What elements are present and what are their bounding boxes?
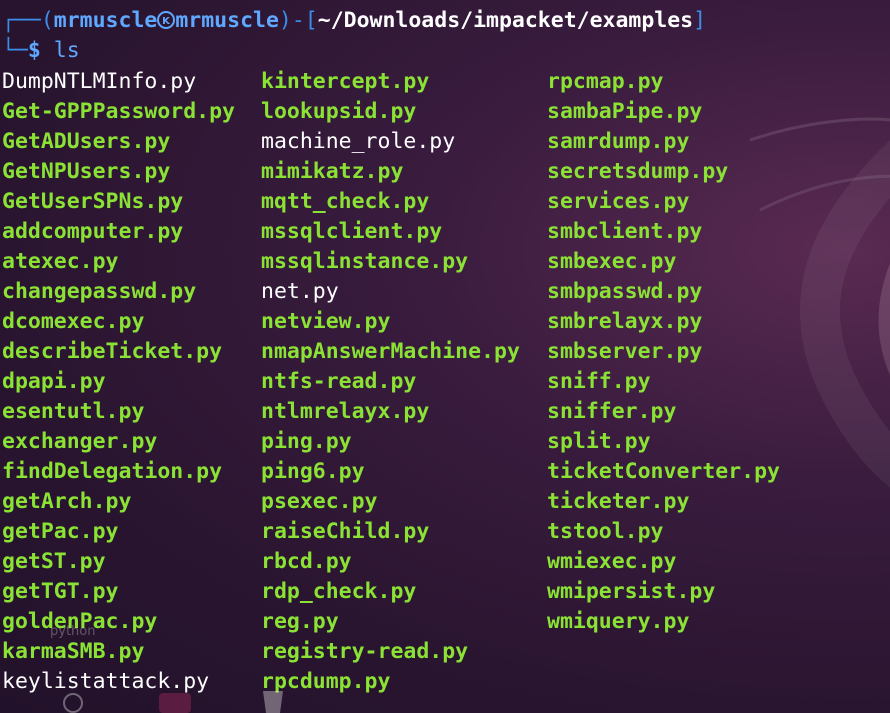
file-entry: netview.py: [261, 309, 391, 334]
prompt-box-corner: ┌──(: [2, 8, 54, 33]
file-entry: split.py: [547, 429, 651, 454]
file-entry: nmapAnswerMachine.py: [261, 339, 520, 364]
file-entry: mqtt_check.py: [261, 189, 430, 214]
file-entry: smbrelayx.py: [547, 309, 703, 334]
file-entry: mimikatz.py: [261, 159, 404, 184]
file-entry: ntlmrelayx.py: [261, 399, 430, 424]
kali-skull-icon: K: [157, 11, 176, 29]
prompt-command: ls: [53, 38, 80, 63]
dock-shield-icon: [263, 691, 283, 713]
file-entry: tstool.py: [547, 519, 664, 544]
file-entry: ticketConverter.py: [547, 459, 780, 484]
file-entry: mssqlinstance.py: [261, 249, 469, 274]
prompt-command-line: └─$ ls: [2, 36, 80, 66]
file-entry: mssqlclient.py: [261, 219, 443, 244]
file-entry: getST.py: [2, 549, 106, 574]
file-entry: describeTicket.py: [2, 339, 223, 364]
file-entry: smbserver.py: [547, 339, 703, 364]
file-entry: addcomputer.py: [2, 219, 184, 244]
file-entry: sniffer.py: [547, 399, 677, 424]
file-entry: sambaPipe.py: [547, 99, 703, 124]
file-entry: rpcmap.py: [547, 69, 664, 94]
file-entry: rbcd.py: [261, 549, 352, 574]
file-entry: raiseChild.py: [261, 519, 430, 544]
file-entry: lookupsid.py: [261, 99, 417, 124]
file-entry: smbpasswd.py: [547, 279, 703, 304]
prompt-box-end: ]: [693, 8, 707, 33]
prompt-header: ┌──(mrmuscle Kmrmuscle)-[~/Downloads/impa…: [2, 6, 706, 36]
file-entry: secretsdump.py: [547, 159, 729, 184]
file-entry: services.py: [547, 189, 690, 214]
prompt-user: mrmuscle: [53, 8, 158, 33]
file-entry: GetADUsers.py: [2, 129, 171, 154]
file-entry: sniff.py: [547, 369, 651, 394]
file-entry: machine_role.py: [261, 129, 456, 154]
file-entry: ntfs-read.py: [261, 369, 417, 394]
file-entry: wmiquery.py: [547, 609, 690, 634]
dock-app-icon: [159, 693, 191, 713]
prompt-box-mid: )-[: [278, 8, 318, 33]
svg-text:K: K: [162, 16, 171, 27]
file-entry: Get-GPPPassword.py: [2, 99, 235, 124]
prompt-host: mrmuscle: [175, 8, 279, 33]
dock-circle-icon: [63, 693, 83, 713]
file-entry: wmipersist.py: [547, 579, 716, 604]
file-entry: getArch.py: [2, 489, 132, 514]
prompt-dollar: $: [27, 38, 54, 63]
file-entry: kintercept.py: [261, 69, 430, 94]
file-entry: atexec.py: [2, 249, 119, 274]
file-entry: net.py: [261, 279, 339, 304]
file-entry: dpapi.py: [2, 369, 106, 394]
file-entry: getTGT.py: [2, 579, 119, 604]
file-entry: wmiexec.py: [547, 549, 677, 574]
file-entry: rdp_check.py: [261, 579, 417, 604]
file-entry: exchanger.py: [2, 429, 158, 454]
file-entry: GetNPUsers.py: [2, 159, 171, 184]
prompt-box-bottom: └─: [2, 38, 28, 63]
dock-python-label: python: [50, 624, 96, 639]
file-entry: dcomexec.py: [2, 309, 145, 334]
file-entry: ping.py: [261, 429, 352, 454]
file-entry: smbexec.py: [547, 249, 677, 274]
file-entry: ping6.py: [261, 459, 365, 484]
file-entry: samrdump.py: [547, 129, 690, 154]
file-entry: changepasswd.py: [2, 279, 197, 304]
file-entry: findDelegation.py: [2, 459, 223, 484]
file-entry: ticketer.py: [547, 489, 690, 514]
file-entry: reg.py: [261, 609, 339, 634]
file-entry: registry-read.py: [261, 639, 469, 664]
file-entry: psexec.py: [261, 489, 378, 514]
terminal-window[interactable]: ┌──(mrmuscle Kmrmuscle)-[~/Downloads/impa…: [0, 0, 890, 713]
file-entry: DumpNTLMInfo.py: [2, 69, 197, 94]
file-entry: esentutl.py: [2, 399, 145, 424]
file-entry: karmaSMB.py: [2, 639, 145, 664]
file-entry: smbclient.py: [547, 219, 703, 244]
file-entry: getPac.py: [2, 519, 119, 544]
prompt-path: ~/Downloads/impacket/examples: [317, 8, 694, 33]
file-entry: GetUserSPNs.py: [2, 189, 184, 214]
